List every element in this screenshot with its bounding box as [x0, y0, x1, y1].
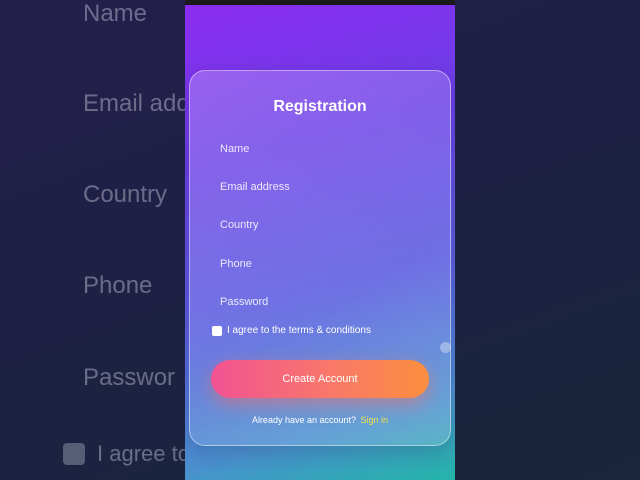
terms-row[interactable]: I agree to the terms & conditions	[212, 325, 371, 336]
country-input[interactable]	[220, 213, 430, 237]
terms-checkbox[interactable]	[212, 325, 222, 336]
registration-card: Registration I agree to the terms & cond…	[189, 70, 451, 446]
background-label-password: Passwor	[83, 364, 176, 391]
terms-label[interactable]: I agree to the terms & conditions	[227, 325, 371, 336]
password-input[interactable]	[220, 290, 430, 314]
signin-link[interactable]: Sign in	[361, 415, 389, 425]
background-label-email: Email add	[83, 90, 190, 117]
background-label-name: Name	[83, 0, 148, 27]
background-label-phone: Phone	[83, 272, 153, 299]
create-account-button[interactable]: Create Account	[211, 360, 429, 398]
form-title: Registration	[273, 98, 367, 115]
background-label-country: Country	[83, 181, 168, 208]
scroll-indicator[interactable]	[440, 342, 451, 353]
background-checkbox	[63, 443, 85, 465]
signin-prompt: Already have an account?	[251, 415, 357, 425]
email-input[interactable]	[220, 175, 430, 199]
phone-input[interactable]	[220, 252, 430, 276]
phone-screen: Registration I agree to the terms & cond…	[185, 5, 455, 480]
name-input[interactable]	[220, 137, 430, 161]
background-terms-row: I agree to	[63, 441, 190, 467]
background-label-agree: I agree to	[97, 441, 190, 466]
signin-row: Already have an account? Sign in	[190, 415, 450, 425]
